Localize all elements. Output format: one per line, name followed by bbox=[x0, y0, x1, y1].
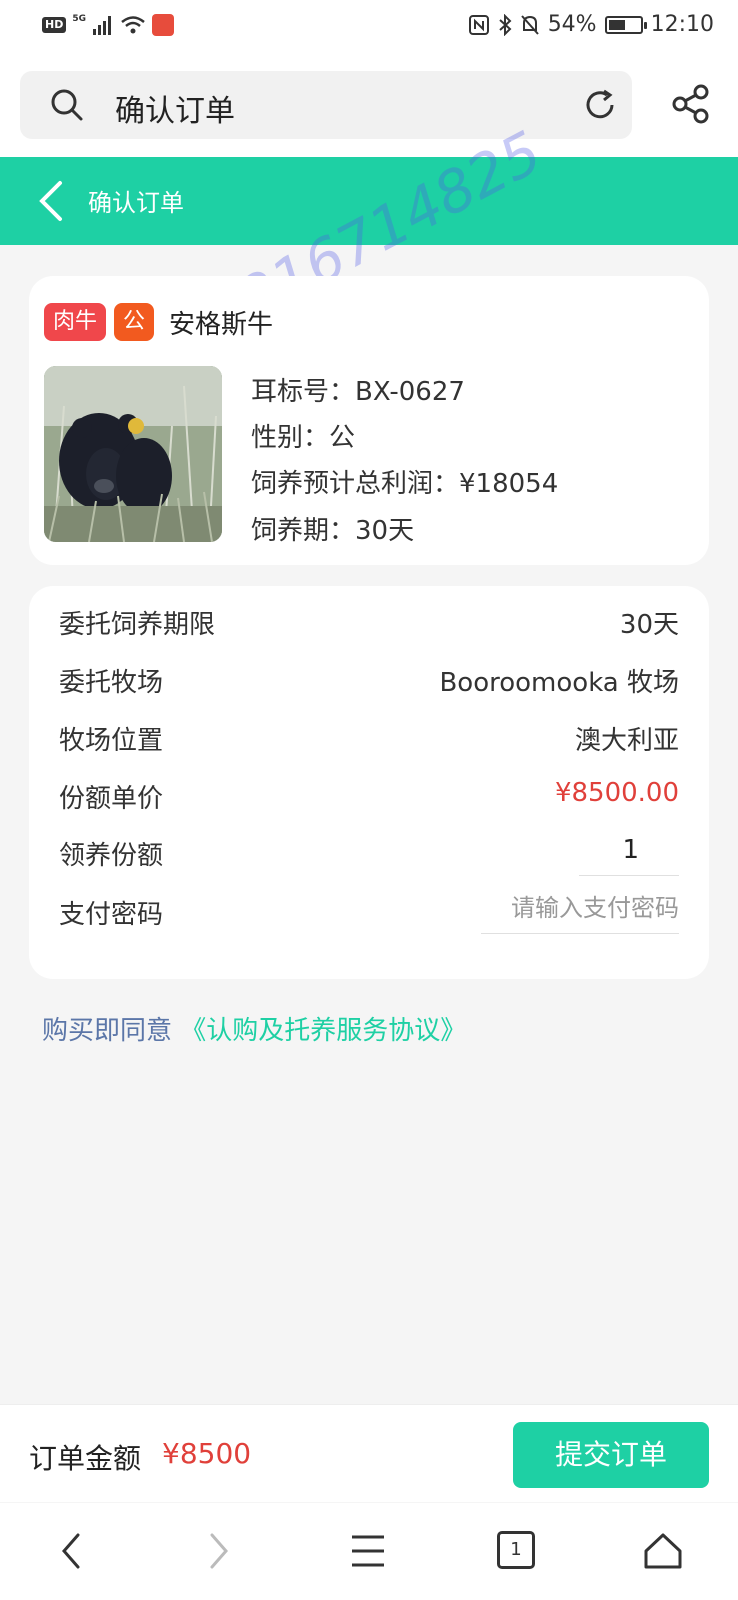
bluetooth-icon bbox=[499, 13, 512, 36]
raising-period: 饲养期：30天 bbox=[251, 516, 415, 546]
order-details-card: 委托饲养期限 30天 委托牧场 Booroomooka 牧场 牧场位置 澳大利亚… bbox=[29, 586, 709, 979]
battery-percent: 54% bbox=[547, 12, 597, 37]
mute-bell-icon bbox=[520, 14, 539, 35]
unit-price-label: 份额单价 bbox=[59, 784, 164, 814]
address-bar[interactable]: 确认订单 bbox=[20, 71, 632, 139]
cattle-photo bbox=[44, 366, 222, 542]
status-bar: HD 5G 54% 12:10 bbox=[0, 0, 738, 56]
network-type: 5G bbox=[72, 14, 86, 24]
ranch-value: Booroomooka 牧场 bbox=[439, 668, 679, 698]
unit-price-value: ¥8500.00 bbox=[554, 778, 679, 808]
page-header: 确认订单 bbox=[0, 157, 738, 245]
status-left: HD 5G bbox=[42, 14, 174, 36]
product-card: 肉牛 公 安格斯牛 耳标号：BX-0627 性别：公 饲养预计总利润：¥1805… bbox=[29, 276, 709, 565]
share-quantity-label: 领养份额 bbox=[59, 841, 164, 871]
app-notification-icon bbox=[152, 14, 174, 36]
chevron-right-icon[interactable] bbox=[206, 1531, 230, 1571]
chevron-left-icon[interactable] bbox=[36, 179, 66, 223]
battery-icon bbox=[604, 15, 647, 34]
pay-password-label: 支付密码 bbox=[59, 900, 164, 930]
share-quantity-input[interactable]: 1 bbox=[579, 824, 679, 876]
page-title: 确认订单 bbox=[88, 189, 184, 217]
status-right: 54% 12:10 bbox=[468, 12, 714, 37]
order-total-value: ¥8500 bbox=[162, 1437, 252, 1470]
expected-profit: 饲养预计总利润：¥18054 bbox=[251, 469, 559, 499]
gender-info: 性别：公 bbox=[251, 423, 356, 453]
chevron-left-icon[interactable] bbox=[60, 1531, 84, 1571]
battery-fill bbox=[608, 19, 625, 30]
agreement-text: 购买即同意 《认购及托养服务协议》 bbox=[42, 1010, 466, 1047]
order-total-label: 订单金额 bbox=[29, 1442, 142, 1475]
ranch-location-value: 澳大利亚 bbox=[574, 726, 679, 756]
reload-icon[interactable] bbox=[582, 87, 618, 123]
entrust-period-value: 30天 bbox=[619, 610, 679, 640]
category-tag: 肉牛 bbox=[44, 303, 106, 341]
ranch-location-label: 牧场位置 bbox=[59, 726, 164, 756]
home-icon[interactable] bbox=[642, 1531, 684, 1571]
agreement-prefix: 购买即同意 bbox=[42, 1016, 173, 1046]
agreement-link[interactable]: 《认购及托养服务协议》 bbox=[180, 1016, 466, 1046]
order-footer: 订单金额 ¥8500 提交订单 bbox=[0, 1404, 738, 1502]
clock: 12:10 bbox=[650, 12, 714, 37]
hd-badge: HD bbox=[42, 17, 67, 33]
product-name: 安格斯牛 bbox=[169, 310, 274, 340]
wifi-icon bbox=[121, 16, 145, 34]
tabs-button[interactable]: 1 bbox=[497, 1531, 535, 1569]
menu-icon[interactable] bbox=[350, 1531, 386, 1571]
share-icon[interactable] bbox=[672, 84, 710, 124]
search-icon[interactable] bbox=[50, 88, 84, 122]
ear-tag-number: 耳标号：BX-0627 bbox=[251, 377, 465, 407]
entrust-period-label: 委托饲养期限 bbox=[59, 610, 216, 640]
submit-order-button[interactable]: 提交订单 bbox=[513, 1422, 709, 1488]
signal-icon bbox=[93, 16, 111, 35]
ranch-label: 委托牧场 bbox=[59, 668, 164, 698]
address-title: 确认订单 bbox=[115, 94, 235, 129]
browser-nav-bar: 1 bbox=[0, 1503, 738, 1600]
pay-password-input[interactable]: 请输入支付密码 bbox=[481, 882, 679, 934]
browser-toolbar: 确认订单 bbox=[0, 56, 738, 157]
gender-tag: 公 bbox=[114, 303, 154, 341]
nfc-icon bbox=[468, 14, 489, 35]
